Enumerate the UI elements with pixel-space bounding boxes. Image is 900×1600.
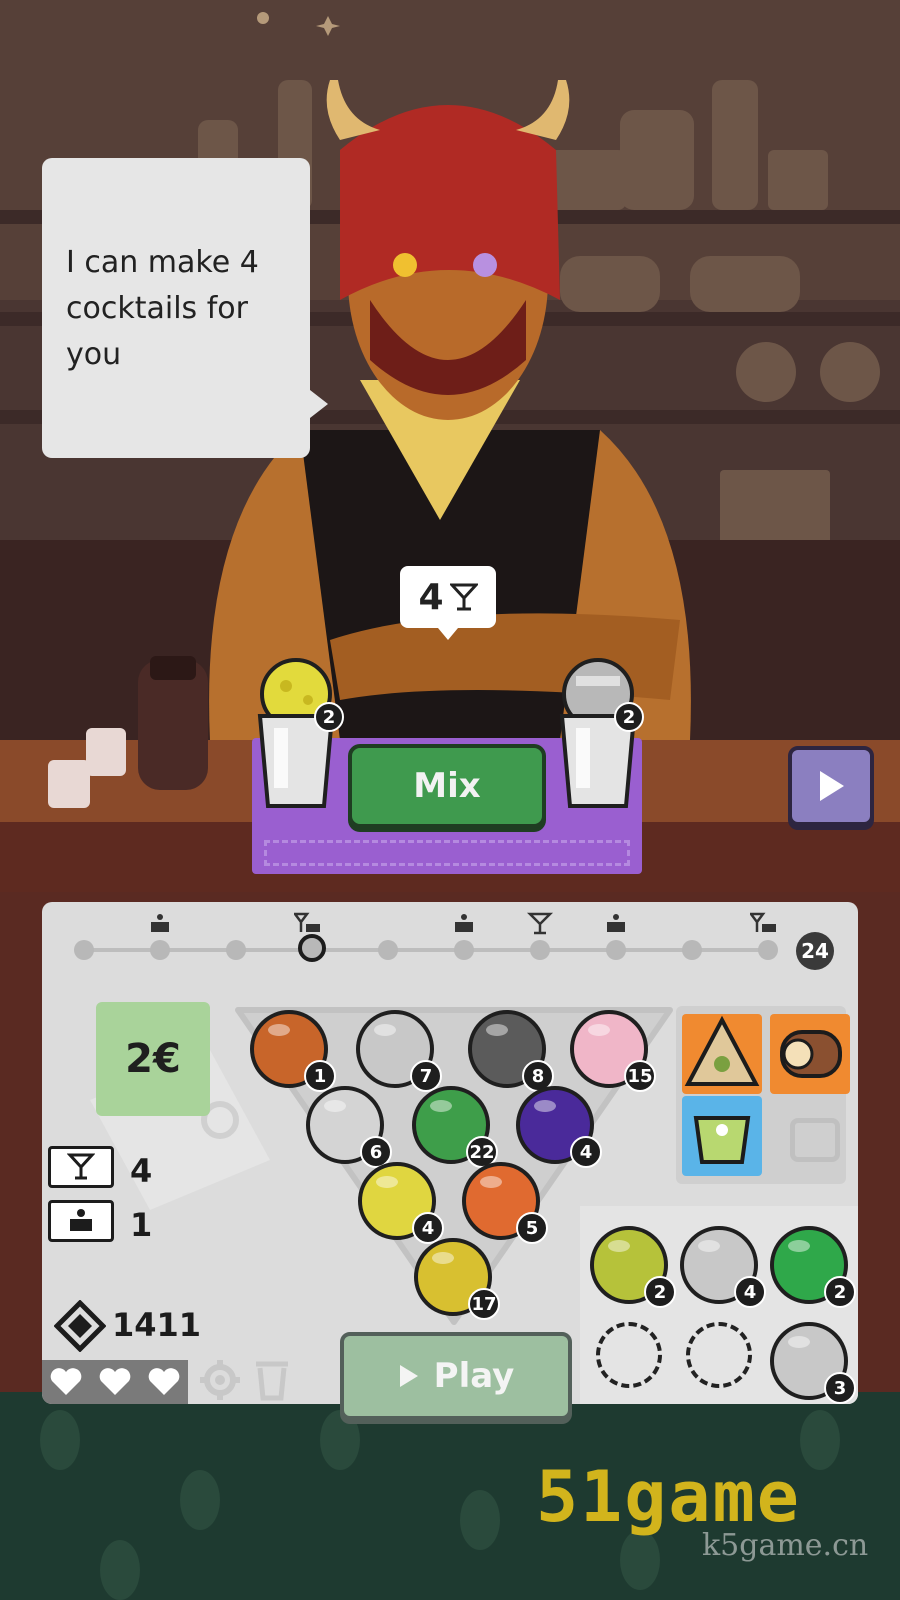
cocktail-glass-icon: [526, 912, 554, 935]
lemon-ball-in-shaker: [257, 658, 335, 808]
gear-icon[interactable]: [198, 1358, 242, 1402]
inventory-ball[interactable]: 3: [770, 1322, 870, 1412]
inventory-ball[interactable]: 4: [680, 1226, 780, 1316]
ball-highlight: [430, 1100, 452, 1112]
watermark-site: k5game.cn: [702, 1528, 869, 1563]
cocktail-capacity-bubble: 4: [400, 566, 496, 640]
shaker-cap-in-shaker: [559, 658, 637, 808]
dialog-text: I can make 4 cocktails for you: [66, 245, 259, 372]
cocktail-tickets-count: 4: [130, 1152, 153, 1190]
progress-dot: [150, 940, 170, 960]
play-label: Play: [433, 1356, 515, 1396]
rack-ball-count: 15: [624, 1060, 656, 1092]
cake-icon: [70, 1209, 92, 1231]
play-triangle-icon: [820, 771, 844, 801]
play-triangle-icon: [399, 1365, 418, 1387]
cake-icon: [455, 914, 473, 932]
left-shaker[interactable]: 2: [256, 656, 344, 820]
money-value: 2€: [125, 1036, 181, 1082]
rack-ball[interactable]: 17: [414, 1238, 514, 1328]
speech-bubble: I can make 4 cocktails for you: [42, 158, 328, 458]
mix-label: Mix: [413, 766, 481, 806]
inventory-ball-count: 4: [734, 1276, 766, 1308]
play-button[interactable]: Play: [340, 1332, 572, 1420]
progress-dot: [378, 940, 398, 960]
right-shaker-count: 2: [614, 702, 644, 732]
progress-dot: [226, 940, 246, 960]
progress-total-badge: 24: [796, 932, 834, 970]
progress-dot: [74, 940, 94, 960]
snack-card[interactable]: [682, 1014, 762, 1094]
lives-bar: [42, 1360, 188, 1404]
ball-highlight: [480, 1176, 502, 1188]
cocktail-glass-icon: [449, 583, 478, 611]
next-button[interactable]: [788, 746, 874, 826]
ball-highlight: [376, 1176, 398, 1188]
inventory-ball-count: 2: [824, 1276, 856, 1308]
progress-dot: [758, 940, 778, 960]
snack-card[interactable]: [682, 1096, 762, 1176]
progress-current-marker: [298, 934, 326, 962]
cocktail-cake-icon: [294, 912, 320, 932]
ball-highlight: [374, 1024, 396, 1036]
ball-highlight: [698, 1240, 720, 1252]
ball-highlight: [486, 1024, 508, 1036]
snack-card[interactable]: [770, 1014, 850, 1094]
cake-icon: [151, 914, 169, 932]
ball-highlight: [534, 1100, 556, 1112]
right-shaker[interactable]: 2: [556, 656, 644, 820]
progress-dot: [606, 940, 626, 960]
mix-mat-dashes: [264, 840, 630, 866]
ball-highlight: [788, 1240, 810, 1252]
inventory-ball[interactable]: 2: [770, 1226, 870, 1316]
heart-icon: [148, 1368, 179, 1395]
cocktail-cake-icon: [750, 912, 776, 932]
cake-ticket-icon: [48, 1200, 114, 1242]
inventory-ball-count: 2: [644, 1276, 676, 1308]
empty-inventory-slot[interactable]: [686, 1322, 752, 1388]
watermark-brand: 51game: [536, 1456, 801, 1538]
progress-track: [84, 948, 770, 952]
rack-ball-count: 17: [468, 1288, 500, 1320]
capacity-value: 4: [418, 576, 444, 618]
cocktail-glass-icon: [67, 1153, 95, 1180]
inventory-ball-count: 3: [824, 1372, 856, 1404]
trash-icon[interactable]: [252, 1358, 292, 1402]
rack-ball-count: 5: [516, 1212, 548, 1244]
heart-icon: [99, 1368, 131, 1395]
rack-ball-count: 4: [570, 1136, 602, 1168]
empty-inventory-slot[interactable]: [596, 1322, 662, 1388]
ball-highlight: [324, 1100, 346, 1112]
progress-dot: [530, 940, 550, 960]
cocktail-ticket-icon: [48, 1146, 114, 1188]
money-note: 2€: [96, 1002, 210, 1116]
swiss-roll-icon: [780, 1030, 842, 1078]
matcha-cup-icon: [693, 1116, 751, 1164]
empty-snack-slot: [790, 1118, 840, 1162]
ball-highlight: [588, 1024, 610, 1036]
progress-dot: [454, 940, 474, 960]
ball-highlight: [268, 1024, 290, 1036]
gem-icon: [54, 1300, 106, 1352]
samosa-icon: [684, 1015, 760, 1086]
cake-tickets-count: 1: [130, 1206, 153, 1244]
inventory-ball[interactable]: 2: [590, 1226, 690, 1316]
left-shaker-count: 2: [314, 702, 344, 732]
mix-button[interactable]: Mix: [348, 744, 546, 828]
heart-icon: [51, 1368, 82, 1395]
cake-icon: [607, 914, 625, 932]
progress-dot: [682, 940, 702, 960]
gems-count: 1411: [112, 1306, 202, 1344]
ball-highlight: [788, 1336, 810, 1348]
ball-highlight: [608, 1240, 630, 1252]
ball-highlight: [432, 1252, 454, 1264]
